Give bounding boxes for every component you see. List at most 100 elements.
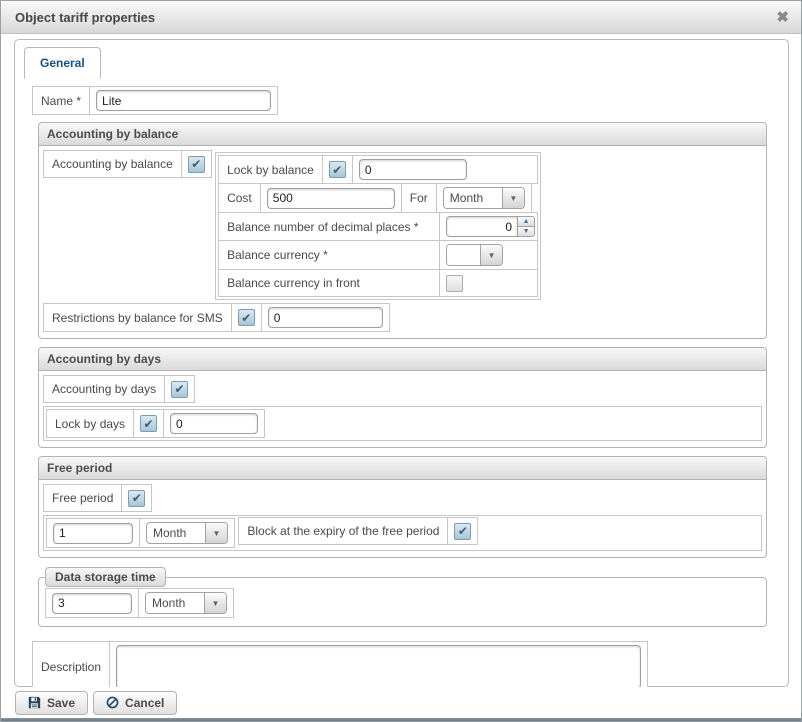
decimal-places-input[interactable] bbox=[446, 216, 518, 237]
accounting-by-balance-label: Accounting by balance bbox=[43, 150, 182, 178]
name-row: Name * bbox=[32, 86, 278, 115]
tab-general[interactable]: General bbox=[24, 47, 101, 79]
lock-by-balance-input[interactable] bbox=[359, 159, 467, 180]
sms-restrictions-value-cell bbox=[261, 303, 390, 332]
lock-by-days-value-cell bbox=[163, 409, 265, 438]
accounting-by-days-checkbox-cell: ✔ bbox=[164, 375, 195, 403]
cancel-button-label: Cancel bbox=[125, 696, 164, 710]
currency-in-front-checkbox[interactable] bbox=[446, 275, 463, 292]
data-storage-legend: Data storage time bbox=[45, 567, 166, 587]
free-period-value-cell bbox=[46, 518, 140, 548]
form-content: Name * Accounting by balance Accounting … bbox=[15, 78, 788, 693]
dialog-footer: Save Cancel bbox=[1, 687, 801, 718]
lock-by-balance-value-cell bbox=[352, 155, 538, 184]
chevron-down-icon[interactable]: ▼ bbox=[502, 188, 524, 208]
balance-property-grid: Balance number of decimal places * ▲ ▼ bbox=[218, 212, 538, 297]
block-expiry-checkbox-cell: ✔ bbox=[447, 517, 478, 545]
accounting-by-balance-header: Accounting by balance bbox=[39, 123, 766, 146]
chevron-down-glyph: ▼ bbox=[509, 194, 517, 203]
sms-restrictions-checkbox-cell: ✔ bbox=[231, 303, 262, 332]
free-period-group: Free period Free period ✔ bbox=[38, 456, 767, 558]
cancel-button[interactable]: Cancel bbox=[93, 691, 177, 715]
lock-by-days-checkbox-cell: ✔ bbox=[133, 409, 164, 438]
object-tariff-properties-dialog: Object tariff properties ✖ General Name … bbox=[0, 0, 802, 722]
chevron-down-icon[interactable]: ▼ bbox=[204, 593, 226, 613]
chevron-down-icon[interactable]: ▼ bbox=[480, 245, 502, 265]
tab-panel: General Name * Accounting by balance Acc… bbox=[14, 39, 789, 687]
free-period-duration-row: Month ▼ bbox=[46, 518, 235, 548]
name-input[interactable] bbox=[96, 90, 271, 111]
sms-restrictions-row: Restrictions by balance for SMS ✔ bbox=[43, 303, 390, 332]
chevron-down-glyph: ▼ bbox=[488, 251, 496, 260]
block-expiry-checkbox[interactable]: ✔ bbox=[454, 523, 471, 540]
balance-currency-cell: ▼ bbox=[439, 240, 538, 270]
sms-restrictions-label: Restrictions by balance for SMS bbox=[43, 303, 232, 332]
chevron-down-glyph: ▼ bbox=[212, 599, 220, 608]
balance-currency-label: Balance currency * bbox=[218, 240, 440, 270]
cost-period-cell: Month ▼ bbox=[436, 183, 532, 213]
cost-row: Cost For Month ▼ bbox=[218, 183, 538, 213]
free-period-value-input[interactable] bbox=[53, 523, 133, 544]
data-storage-value-input[interactable] bbox=[52, 593, 132, 614]
accounting-by-balance-enable-row: Accounting by balance ✔ bbox=[43, 150, 212, 178]
window-bottom-edge bbox=[1, 718, 801, 722]
lock-by-balance-checkbox-cell: ✔ bbox=[322, 155, 353, 184]
lock-by-days-label: Lock by days bbox=[46, 409, 134, 438]
description-row: Description bbox=[32, 641, 648, 693]
accounting-by-days-enable-row: Accounting by days ✔ bbox=[43, 375, 195, 403]
accounting-by-balance-body: Accounting by balance ✔ Lock by balance … bbox=[39, 146, 766, 338]
accounting-by-balance-checkbox-cell: ✔ bbox=[181, 150, 212, 178]
block-expiry-row: Block at the expiry of the free period ✔ bbox=[238, 517, 478, 545]
balance-currency-value bbox=[447, 245, 480, 265]
block-expiry-label: Block at the expiry of the free period bbox=[238, 517, 448, 545]
free-period-unit-value: Month bbox=[147, 523, 205, 543]
currency-in-front-cell bbox=[439, 269, 538, 297]
free-period-checkbox-cell: ✔ bbox=[121, 484, 152, 512]
name-cell bbox=[89, 86, 278, 115]
cost-period-value: Month bbox=[444, 188, 502, 208]
accounting-by-days-checkbox[interactable]: ✔ bbox=[171, 381, 188, 398]
lock-by-days-input[interactable] bbox=[170, 413, 258, 434]
days-settings-box: Lock by days ✔ bbox=[43, 406, 762, 441]
decimal-places-label: Balance number of decimal places * bbox=[218, 212, 440, 241]
balance-currency-row: Balance currency * ▼ bbox=[218, 240, 538, 270]
description-cell bbox=[109, 641, 648, 693]
save-button[interactable]: Save bbox=[15, 691, 88, 715]
accounting-by-days-header: Accounting by days bbox=[39, 348, 766, 371]
balance-currency-select[interactable]: ▼ bbox=[446, 244, 503, 266]
chevron-down-icon[interactable]: ▼ bbox=[205, 523, 227, 543]
free-period-header: Free period bbox=[39, 457, 766, 480]
close-icon[interactable]: ✖ bbox=[776, 10, 789, 25]
spin-down-icon[interactable]: ▼ bbox=[517, 226, 535, 237]
data-storage-row: Month ▼ bbox=[45, 588, 234, 618]
dialog-titlebar: Object tariff properties ✖ bbox=[1, 1, 801, 34]
free-period-unit-select[interactable]: Month ▼ bbox=[146, 522, 228, 544]
dialog-title: Object tariff properties bbox=[15, 10, 776, 25]
data-storage-value-cell bbox=[45, 588, 139, 618]
accounting-by-balance-checkbox[interactable]: ✔ bbox=[188, 156, 205, 173]
cost-input[interactable] bbox=[267, 188, 395, 209]
sms-restrictions-rowwrap: Restrictions by balance for SMS ✔ bbox=[43, 303, 762, 332]
balance-settings-box: Lock by balance ✔ Cost bbox=[215, 152, 541, 300]
free-period-checkbox[interactable]: ✔ bbox=[128, 490, 145, 507]
lock-by-days-checkbox[interactable]: ✔ bbox=[140, 415, 157, 432]
lock-by-balance-checkbox[interactable]: ✔ bbox=[329, 161, 346, 178]
free-period-enable-row: Free period ✔ bbox=[43, 484, 152, 512]
description-textarea[interactable] bbox=[116, 645, 641, 689]
data-storage-unit-select[interactable]: Month ▼ bbox=[145, 592, 227, 614]
data-storage-group: Data storage time Month ▼ bbox=[38, 577, 767, 627]
sms-restrictions-input[interactable] bbox=[268, 307, 383, 328]
currency-in-front-label: Balance currency in front bbox=[218, 269, 440, 297]
tab-strip: General bbox=[15, 40, 788, 78]
chevron-down-glyph: ▼ bbox=[213, 529, 221, 538]
cost-period-select[interactable]: Month ▼ bbox=[443, 187, 525, 209]
cost-for-label: For bbox=[401, 183, 437, 213]
free-period-unit-cell: Month ▼ bbox=[139, 518, 235, 548]
description-label: Description bbox=[32, 641, 110, 693]
lock-by-balance-row: Lock by balance ✔ bbox=[218, 155, 538, 184]
currency-in-front-row: Balance currency in front bbox=[218, 269, 538, 297]
data-storage-unit-value: Month bbox=[146, 593, 204, 613]
save-button-label: Save bbox=[47, 696, 75, 710]
sms-restrictions-checkbox[interactable]: ✔ bbox=[238, 309, 255, 326]
free-period-body: Free period ✔ Month bbox=[39, 480, 766, 557]
